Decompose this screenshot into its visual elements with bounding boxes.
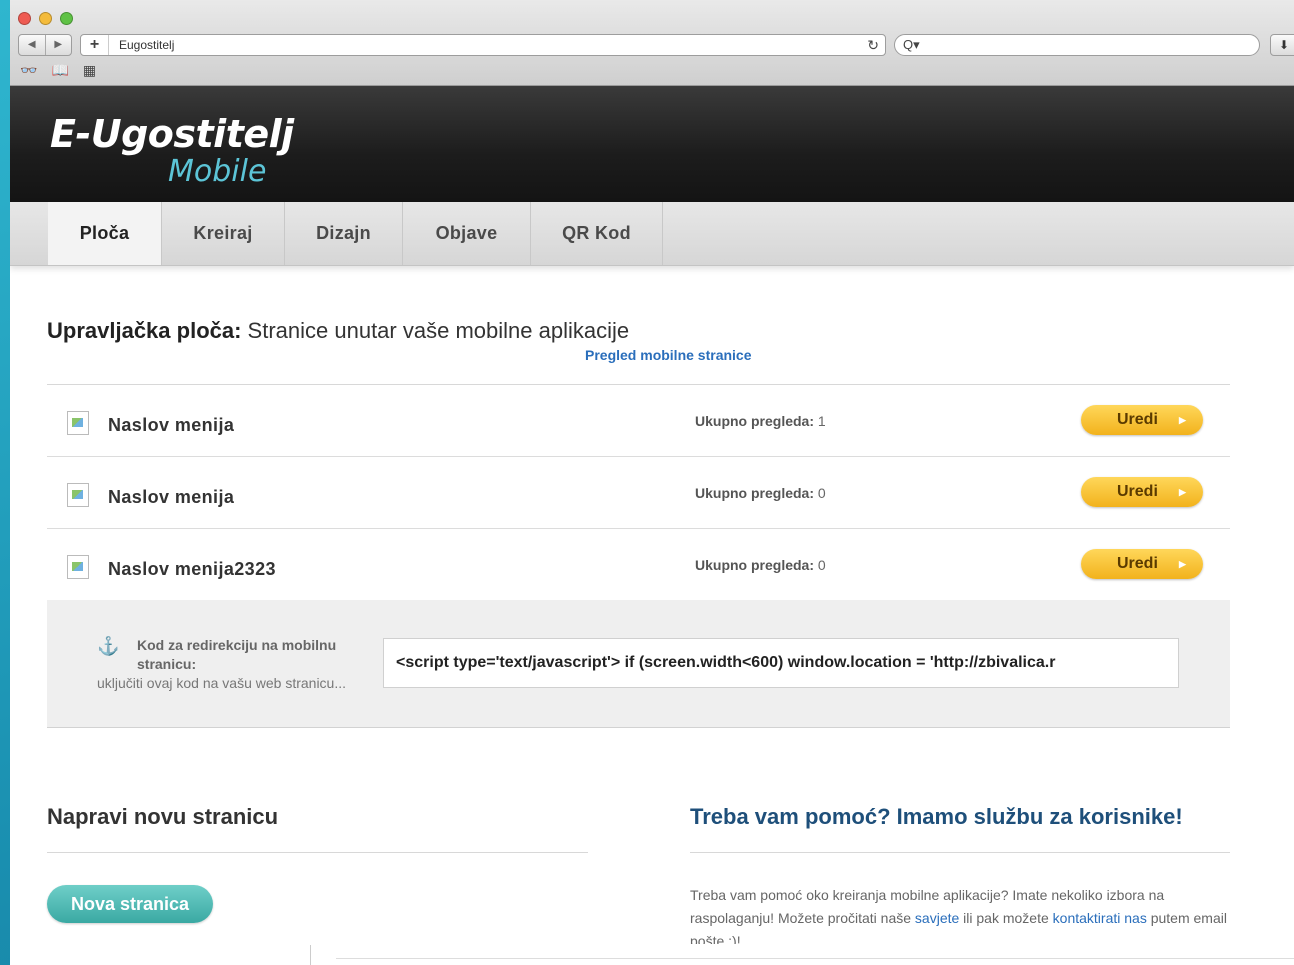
arrow-right-icon: ▶ <box>1179 559 1186 569</box>
help-heading: Treba vam pomoć? Imamo službu za korisni… <box>690 804 1183 829</box>
help-text-part: ili pak možete <box>959 910 1053 926</box>
views-count: 0 <box>817 557 826 573</box>
logo-title[interactable]: E-Ugostitelj <box>50 112 294 156</box>
tab-ploca[interactable]: Ploča <box>48 202 162 265</box>
page-title: Upravljačka ploča: Stranice unutar vaše … <box>47 318 629 344</box>
zoom-window-button[interactable] <box>60 12 73 25</box>
page-thumbnail-image <box>67 411 89 435</box>
top-sites-icon[interactable]: ▦ <box>83 62 96 79</box>
reload-icon[interactable]: ↻ <box>867 37 879 54</box>
divider <box>47 852 588 853</box>
page-title-bold: Upravljačka ploča: <box>47 318 242 343</box>
views-label: Ukupno pregleda: <box>695 557 815 573</box>
back-button[interactable]: ◀ <box>19 35 46 55</box>
page-row-views: Ukupno pregleda: 0 <box>695 557 826 573</box>
page-thumbnail-image <box>67 555 89 579</box>
page-row: Naslov menija2323 Ukupno pregleda: 0 Ure… <box>47 529 1230 601</box>
page-row: Naslov menija Ukupno pregleda: 0 Uredi ▶ <box>47 457 1230 529</box>
reading-list-icon[interactable]: 👓 <box>20 62 37 79</box>
close-window-button[interactable] <box>18 12 31 25</box>
tab-kreiraj[interactable]: Kreiraj <box>162 202 285 265</box>
edit-button-label: Uredi <box>1117 411 1158 428</box>
site-header: E-Ugostitelj Mobile <box>10 86 1294 202</box>
search-icon: Q▾ <box>903 37 920 52</box>
bookmarks-icon[interactable]: 📖 <box>51 62 68 79</box>
edit-button[interactable]: Uredi ▶ <box>1081 477 1203 507</box>
history-nav: ◀ ▶ <box>18 34 72 56</box>
divider <box>310 945 311 965</box>
views-count: 1 <box>817 413 826 429</box>
bookmarks-bar: 👓 📖 ▦ <box>20 62 96 79</box>
new-page-heading: Napravi novu stranicu <box>47 804 279 829</box>
minimize-window-button[interactable] <box>39 12 52 25</box>
tab-dizajn[interactable]: Dizajn <box>285 202 403 265</box>
redirect-subtitle: uključiti ovaj kod na vašu web stranicu.… <box>97 675 347 691</box>
preview-mobile-link[interactable]: Pregled mobilne stranice <box>585 347 752 363</box>
main-nav: Ploča Kreiraj Dizajn Objave QR Kod <box>10 202 1294 266</box>
page-row-views: Ukupno pregleda: 0 <box>695 485 826 501</box>
forward-button[interactable]: ▶ <box>46 35 72 55</box>
page-row: Naslov menija Ukupno pregleda: 1 Uredi ▶ <box>47 385 1230 457</box>
redirect-code-panel: ⚓ Kod za redirekciju na mobilnu stranicu… <box>47 600 1230 728</box>
new-page-button[interactable]: Nova stranica <box>47 885 213 923</box>
page-row-title[interactable]: Naslov menija <box>108 487 234 508</box>
page-title-text: Eugostitelj <box>119 38 175 52</box>
contact-link[interactable]: kontaktirati nas <box>1053 910 1147 926</box>
anchor-icon: ⚓ <box>97 636 120 656</box>
arrow-right-icon: ▶ <box>1179 415 1186 425</box>
divider <box>336 958 1294 959</box>
views-count: 0 <box>817 485 826 501</box>
search-input[interactable]: Q▾ <box>894 34 1260 56</box>
page-thumbnail-image <box>67 483 89 507</box>
window-controls <box>18 12 73 25</box>
redirect-title: Kod za redirekciju na mobilnu stranicu: <box>137 637 337 672</box>
edit-button[interactable]: Uredi ▶ <box>1081 405 1203 435</box>
logo-subtitle: Mobile <box>168 154 267 189</box>
browser-window: ◀ ▶ + Eugostitelj ↻ Q▾ ⬇ 👓 📖 ▦ E-Ugostit… <box>10 0 1294 965</box>
new-tab-button[interactable]: + <box>81 35 109 55</box>
divider <box>690 852 1230 853</box>
tips-link[interactable]: savjete <box>915 910 959 926</box>
edit-button[interactable]: Uredi ▶ <box>1081 549 1203 579</box>
page-row-title[interactable]: Naslov menija2323 <box>108 559 276 580</box>
browser-toolbar: ◀ ▶ + Eugostitelj ↻ Q▾ ⬇ 👓 📖 ▦ <box>10 0 1294 86</box>
page-title-rest: Stranice unutar vaše mobilne aplikacije <box>241 318 630 343</box>
page-row-title[interactable]: Naslov menija <box>108 415 234 436</box>
redirect-code-field[interactable]: <script type='text/javascript'> if (scre… <box>383 638 1179 688</box>
address-bar[interactable]: + Eugostitelj ↻ <box>80 34 886 56</box>
edit-button-label: Uredi <box>1117 555 1158 572</box>
page-row-views: Ukupno pregleda: 1 <box>695 413 826 429</box>
downloads-button[interactable]: ⬇ <box>1270 34 1294 56</box>
arrow-right-icon: ▶ <box>1179 487 1186 497</box>
tab-objave[interactable]: Objave <box>403 202 531 265</box>
help-text: Treba vam pomoć oko kreiranja mobilne ap… <box>690 884 1235 944</box>
views-label: Ukupno pregleda: <box>695 413 815 429</box>
views-label: Ukupno pregleda: <box>695 485 815 501</box>
tab-qr-kod[interactable]: QR Kod <box>531 202 663 265</box>
edit-button-label: Uredi <box>1117 483 1158 500</box>
